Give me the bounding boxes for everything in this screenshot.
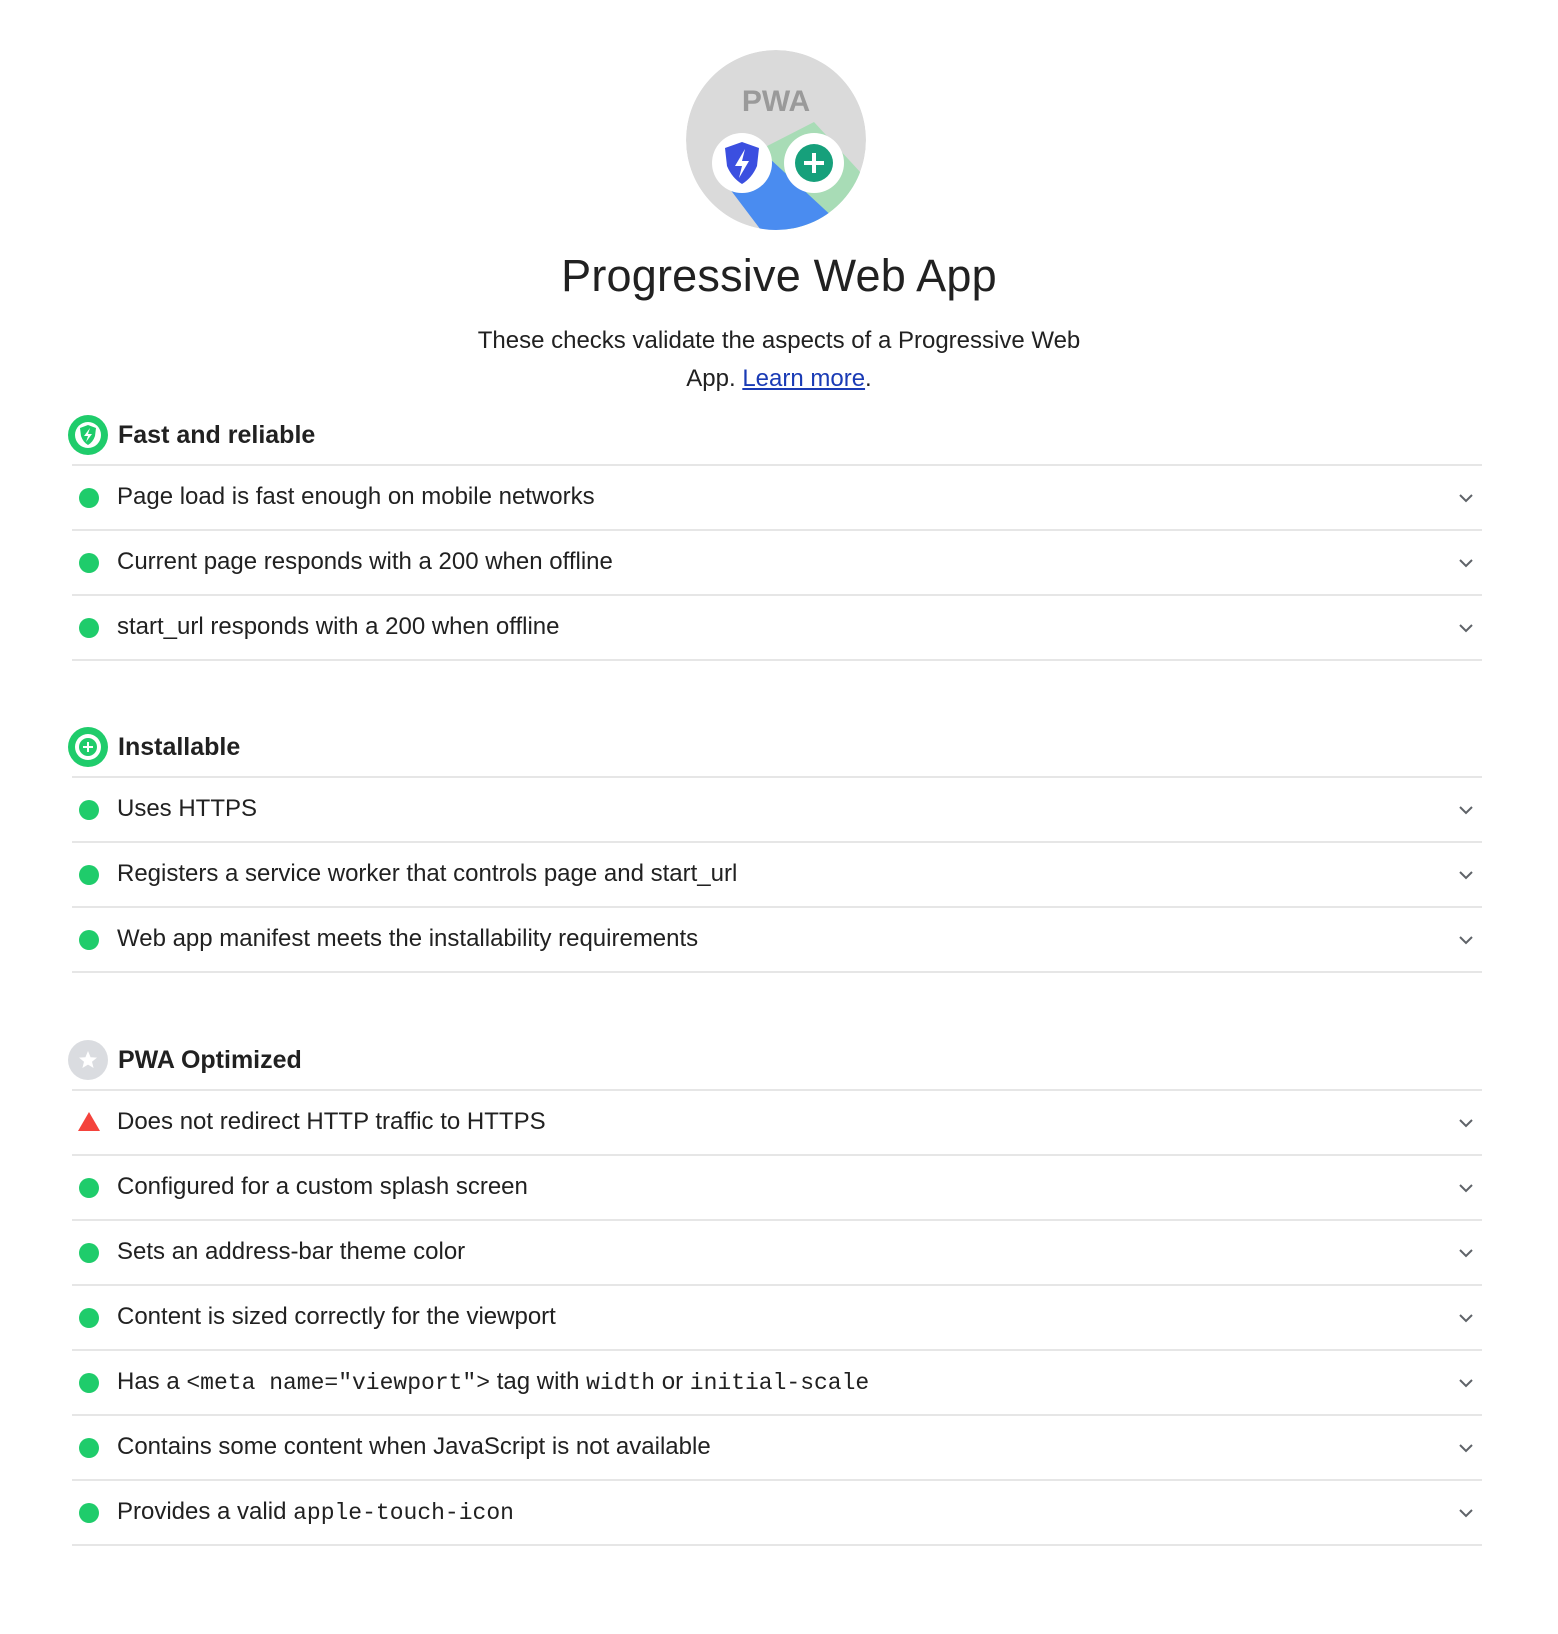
audit-title-text: Registers a service worker that controls… bbox=[117, 860, 738, 887]
chevron-down-icon[interactable] bbox=[1456, 488, 1476, 508]
audit-row[interactable]: Does not redirect HTTP traffic to HTTPS bbox=[72, 1089, 1482, 1154]
pass-dot-icon bbox=[79, 1178, 99, 1198]
audit-title: Current page responds with a 200 when of… bbox=[117, 547, 613, 577]
audit-title: Registers a service worker that controls… bbox=[117, 859, 737, 889]
pass-dot-icon bbox=[79, 553, 99, 573]
learn-more-link[interactable]: Learn more bbox=[742, 365, 865, 392]
audit-title-text: Sets an address-bar theme color bbox=[117, 1238, 466, 1265]
pass-dot-icon bbox=[79, 488, 99, 508]
audit-title-text: Uses HTTPS bbox=[117, 795, 258, 822]
audit-row[interactable]: Configured for a custom splash screen bbox=[72, 1154, 1482, 1219]
audit-row[interactable]: Current page responds with a 200 when of… bbox=[72, 529, 1482, 594]
fail-triangle-icon bbox=[78, 1112, 100, 1131]
pass-dot-icon bbox=[79, 1373, 99, 1393]
audit-title: Does not redirect HTTP traffic to HTTPS bbox=[117, 1107, 546, 1137]
audit-title-text: Configured for a custom splash screen bbox=[117, 1173, 528, 1200]
description-suffix: . bbox=[865, 365, 872, 392]
chevron-down-icon[interactable] bbox=[1456, 1243, 1476, 1263]
audit-list-fast-and-reliable: Page load is fast enough on mobile netwo… bbox=[72, 464, 1482, 661]
audit-row[interactable]: Registers a service worker that controls… bbox=[72, 841, 1482, 906]
audit-title: start_url responds with a 200 when offli… bbox=[117, 612, 560, 642]
audit-title: Provides a valid apple-touch-icon bbox=[117, 1497, 514, 1528]
chevron-down-icon[interactable] bbox=[1456, 1503, 1476, 1523]
audit-title-text: Web app manifest meets the installabilit… bbox=[117, 925, 699, 952]
audit-title-text: Has a bbox=[117, 1368, 187, 1395]
pass-dot-icon bbox=[79, 618, 99, 638]
audit-list-pwa-optimized: Does not redirect HTTP traffic to HTTPS C… bbox=[72, 1089, 1482, 1546]
group-fast-and-reliable: Fast and reliable bbox=[68, 415, 1478, 455]
pwa-badge-icon: PWA bbox=[686, 50, 866, 230]
audit-title-code: width bbox=[586, 1370, 656, 1396]
pass-dot-icon bbox=[79, 1308, 99, 1328]
audit-title: Configured for a custom splash screen bbox=[117, 1172, 528, 1202]
chevron-down-icon[interactable] bbox=[1456, 865, 1476, 885]
audit-title-text: Content is sized correctly for the viewp… bbox=[117, 1303, 556, 1330]
audit-title: Web app manifest meets the installabilit… bbox=[117, 924, 698, 954]
audit-title: Page load is fast enough on mobile netwo… bbox=[117, 482, 595, 512]
chevron-down-icon[interactable] bbox=[1456, 1308, 1476, 1328]
audit-title-text: or bbox=[655, 1368, 690, 1395]
audit-title: Sets an address-bar theme color bbox=[117, 1237, 465, 1267]
audit-row[interactable]: Uses HTTPS bbox=[72, 776, 1482, 841]
chevron-down-icon[interactable] bbox=[1456, 1113, 1476, 1133]
lightning-badge-icon bbox=[68, 415, 108, 455]
chevron-down-icon[interactable] bbox=[1456, 553, 1476, 573]
chevron-down-icon[interactable] bbox=[1456, 930, 1476, 950]
audit-title: Has a <meta name="viewport"> tag with wi… bbox=[117, 1367, 869, 1398]
page-title: Progressive Web App bbox=[561, 250, 997, 301]
audit-row[interactable]: Provides a valid apple-touch-icon bbox=[72, 1479, 1482, 1546]
audit-title: Content is sized correctly for the viewp… bbox=[117, 1302, 556, 1332]
audit-title-text: Current page responds with a 200 when of… bbox=[117, 548, 613, 575]
audit-title-text: tag with bbox=[490, 1368, 587, 1395]
chevron-down-icon[interactable] bbox=[1456, 1373, 1476, 1393]
audit-title-text: Does not redirect HTTP traffic to HTTPS bbox=[117, 1108, 546, 1135]
audit-title-text: Provides a valid bbox=[117, 1498, 294, 1525]
group-title: Installable bbox=[118, 733, 241, 761]
chevron-down-icon[interactable] bbox=[1456, 1438, 1476, 1458]
pass-dot-icon bbox=[79, 1243, 99, 1263]
category-description: These checks validate the aspects of a P… bbox=[469, 322, 1089, 398]
group-installable: Installable bbox=[68, 727, 1478, 767]
pass-dot-icon bbox=[79, 1438, 99, 1458]
audit-title-text: Contains some content when JavaScript is… bbox=[117, 1433, 711, 1460]
pass-dot-icon bbox=[79, 930, 99, 950]
audit-title: Contains some content when JavaScript is… bbox=[117, 1432, 711, 1462]
svg-text:PWA: PWA bbox=[742, 85, 810, 118]
pass-dot-icon bbox=[79, 865, 99, 885]
audit-row[interactable]: Page load is fast enough on mobile netwo… bbox=[72, 464, 1482, 529]
group-pwa-optimized: PWA Optimized bbox=[68, 1040, 1478, 1080]
audit-row[interactable]: Contains some content when JavaScript is… bbox=[72, 1414, 1482, 1479]
group-title: PWA Optimized bbox=[118, 1046, 302, 1074]
audit-title: Uses HTTPS bbox=[117, 794, 257, 824]
audit-title-code: <meta name="viewport"> bbox=[186, 1370, 491, 1396]
audit-title-text: start_url responds with a 200 when offli… bbox=[117, 613, 560, 640]
audit-row[interactable]: Content is sized correctly for the viewp… bbox=[72, 1284, 1482, 1349]
audit-title-code: apple-touch-icon bbox=[293, 1500, 514, 1526]
chevron-down-icon[interactable] bbox=[1456, 618, 1476, 638]
audit-row[interactable]: Has a <meta name="viewport"> tag with wi… bbox=[72, 1349, 1482, 1414]
audit-row[interactable]: start_url responds with a 200 when offli… bbox=[72, 594, 1482, 661]
chevron-down-icon[interactable] bbox=[1456, 1178, 1476, 1198]
audit-list-installable: Uses HTTPS Registers a service worker tha… bbox=[72, 776, 1482, 973]
plus-badge-icon bbox=[68, 727, 108, 767]
group-title: Fast and reliable bbox=[118, 421, 316, 449]
audit-row[interactable]: Web app manifest meets the installabilit… bbox=[72, 906, 1482, 973]
audit-title-code: initial-scale bbox=[689, 1370, 870, 1396]
audit-title-text: Page load is fast enough on mobile netwo… bbox=[117, 483, 595, 510]
chevron-down-icon[interactable] bbox=[1456, 800, 1476, 820]
star-badge-icon bbox=[68, 1040, 108, 1080]
audit-row[interactable]: Sets an address-bar theme color bbox=[72, 1219, 1482, 1284]
pass-dot-icon bbox=[79, 1503, 99, 1523]
pass-dot-icon bbox=[79, 800, 99, 820]
